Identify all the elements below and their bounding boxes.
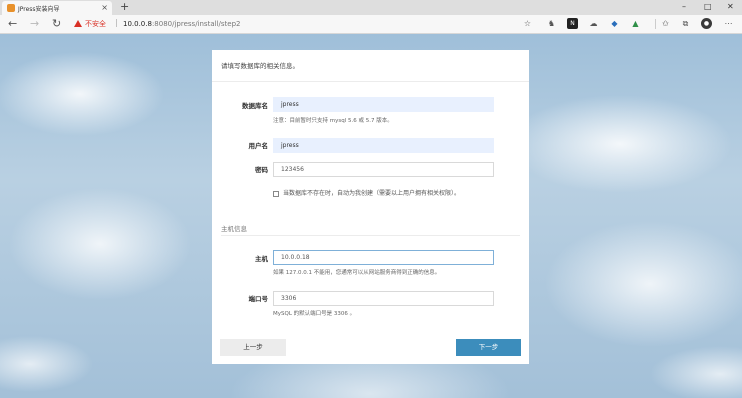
db-name-input[interactable]: jpress (273, 97, 494, 112)
port-input[interactable]: 3306 (273, 291, 494, 306)
reload-icon[interactable]: ↻ (52, 17, 61, 31)
url-separator: | (115, 18, 118, 27)
install-form-card: 请填写数据库的相关信息。 数据库名 jpress 注意：目前暂时只支持 mysq… (212, 50, 529, 364)
star-icon[interactable]: ☆ (522, 18, 533, 29)
forward-arrow-icon[interactable]: → (30, 17, 39, 31)
favorites-icon[interactable]: ✩ (660, 18, 671, 29)
tab-title: JPress安装向导 (18, 5, 60, 13)
db-name-label: 数据库名 (242, 102, 268, 110)
close-window-button[interactable]: ✕ (727, 1, 734, 13)
extension-icon-2[interactable]: N (567, 18, 578, 29)
extension-icon-5[interactable]: ▲ (630, 18, 641, 29)
jpress-favicon-icon (7, 4, 15, 12)
next-step-button[interactable]: 下一步 (456, 339, 521, 356)
form-title: 请填写数据库的相关信息。 (221, 62, 299, 70)
extension-icon-3[interactable]: ☁ (588, 18, 599, 29)
tab-jpress-install[interactable]: JPress安装向导 × (2, 1, 112, 15)
warning-icon[interactable] (74, 20, 82, 27)
password-label: 密码 (255, 166, 268, 174)
port-label: 端口号 (248, 295, 269, 303)
form-header: 请填写数据库的相关信息。 (212, 50, 529, 82)
extension-icon-4[interactable]: ◆ (609, 18, 620, 29)
extension-icon-1[interactable]: ♞ (546, 18, 557, 29)
url-host: 10.0.0.8 (123, 20, 152, 28)
security-status[interactable]: 不安全 (85, 19, 106, 29)
back-arrow-icon[interactable]: ← (8, 17, 17, 31)
port-help: MySQL 的默认端口号是 3306 。 (273, 311, 356, 317)
collections-icon[interactable]: ⧉ (680, 18, 691, 29)
host-help: 如果 127.0.0.1 不能用，您通常可以从网站服务商得到正确的信息。 (273, 270, 441, 276)
create-db-checkbox-label[interactable]: 当数据库不存在时，自动为我创建（需要以上用户拥有相关权限）。 (283, 190, 460, 198)
tab-close-icon[interactable]: × (101, 3, 108, 13)
password-input[interactable]: 123456 (273, 162, 494, 177)
new-tab-button[interactable]: + (120, 0, 129, 14)
host-section-title: 主机信息 (221, 225, 247, 233)
toolbar-divider (655, 19, 656, 29)
username-input[interactable]: jpress (273, 138, 494, 153)
url-path: :8080/jpress/install/step2 (151, 20, 241, 28)
profile-avatar-icon[interactable]: ● (701, 18, 712, 29)
menu-icon[interactable]: ⋯ (723, 18, 734, 29)
url-field[interactable]: 10.0.0.8:8080/jpress/install/step2 (123, 19, 240, 29)
section-divider (221, 235, 520, 236)
address-bar-row: ← → ↻ 不安全 | 10.0.0.8:8080/jpress/install… (0, 15, 742, 34)
host-label: 主机 (255, 255, 268, 263)
create-db-checkbox[interactable] (273, 191, 279, 197)
host-input[interactable]: 10.0.0.18 (273, 250, 494, 265)
db-name-help: 注意：目前暂时只支持 mysql 5.6 或 5.7 版本。 (273, 118, 393, 124)
minimize-button[interactable]: – (682, 1, 686, 13)
previous-step-button[interactable]: 上一步 (220, 339, 286, 356)
maximize-button[interactable]: □ (704, 1, 712, 13)
username-label: 用户名 (248, 142, 269, 150)
tab-strip: JPress安装向导 × + – □ ✕ (0, 0, 742, 15)
